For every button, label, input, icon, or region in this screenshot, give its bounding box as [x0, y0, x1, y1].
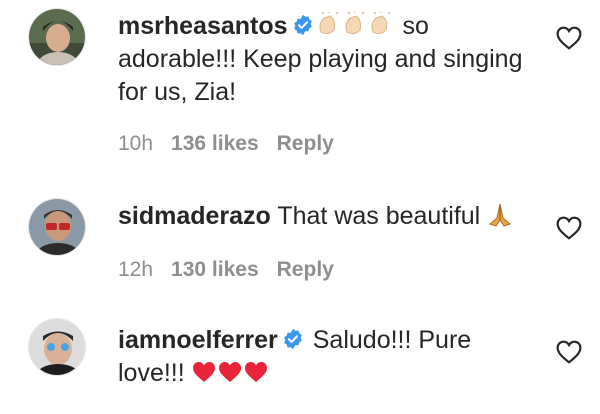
comment-meta: 12h 130 likes Reply — [118, 258, 352, 282]
heart-outline-icon[interactable] — [556, 26, 582, 50]
heart-outline-icon[interactable] — [556, 216, 582, 240]
comment-body: msrheasantos so adorable!!! Keep playing… — [118, 10, 538, 109]
folded-hands-emoji — [489, 203, 512, 227]
likes-count[interactable]: 130 likes — [171, 258, 259, 281]
clapping-hands-emoji — [319, 12, 391, 35]
comment-username[interactable]: msrheasantos — [118, 12, 288, 40]
verified-badge-icon — [283, 328, 302, 350]
avatar[interactable] — [28, 8, 86, 66]
avatar[interactable] — [28, 318, 86, 376]
comment-meta: 10h 136 likes Reply — [118, 132, 352, 156]
avatar[interactable] — [28, 198, 86, 256]
comment-username[interactable]: sidmaderazo — [118, 202, 271, 230]
comment-time[interactable]: 12h — [118, 258, 153, 281]
comment-body: iamnoelferrer Saludo!!! Pure love!!! — [118, 324, 538, 390]
comment-text: so — [402, 12, 429, 40]
comment-username[interactable]: iamnoelferrer — [118, 326, 278, 354]
reply-button[interactable]: Reply — [277, 132, 334, 155]
comment-time[interactable]: 10h — [118, 132, 153, 155]
avatar-image — [29, 199, 85, 255]
reply-button[interactable]: Reply — [277, 258, 334, 281]
likes-count[interactable]: 136 likes — [171, 132, 259, 155]
comment-item: iamnoelferrer Saludo!!! Pure love!!! — [0, 290, 600, 414]
verified-badge-icon — [293, 14, 312, 36]
avatar-image — [29, 319, 85, 375]
avatar-image — [29, 9, 85, 65]
heart-outline-icon[interactable] — [556, 340, 582, 364]
comment-body: sidmaderazo That was beautiful — [118, 200, 538, 233]
comment-item: sidmaderazo That was beautiful 12h 130 li… — [0, 170, 600, 290]
comment-item: msrheasantos so adorable!!! Keep playing… — [0, 0, 600, 170]
comment-text: That was beautiful — [277, 202, 481, 230]
comment-text: adorable!!! Keep playing and singing for… — [118, 45, 523, 106]
red-heart-emoji — [192, 362, 267, 382]
